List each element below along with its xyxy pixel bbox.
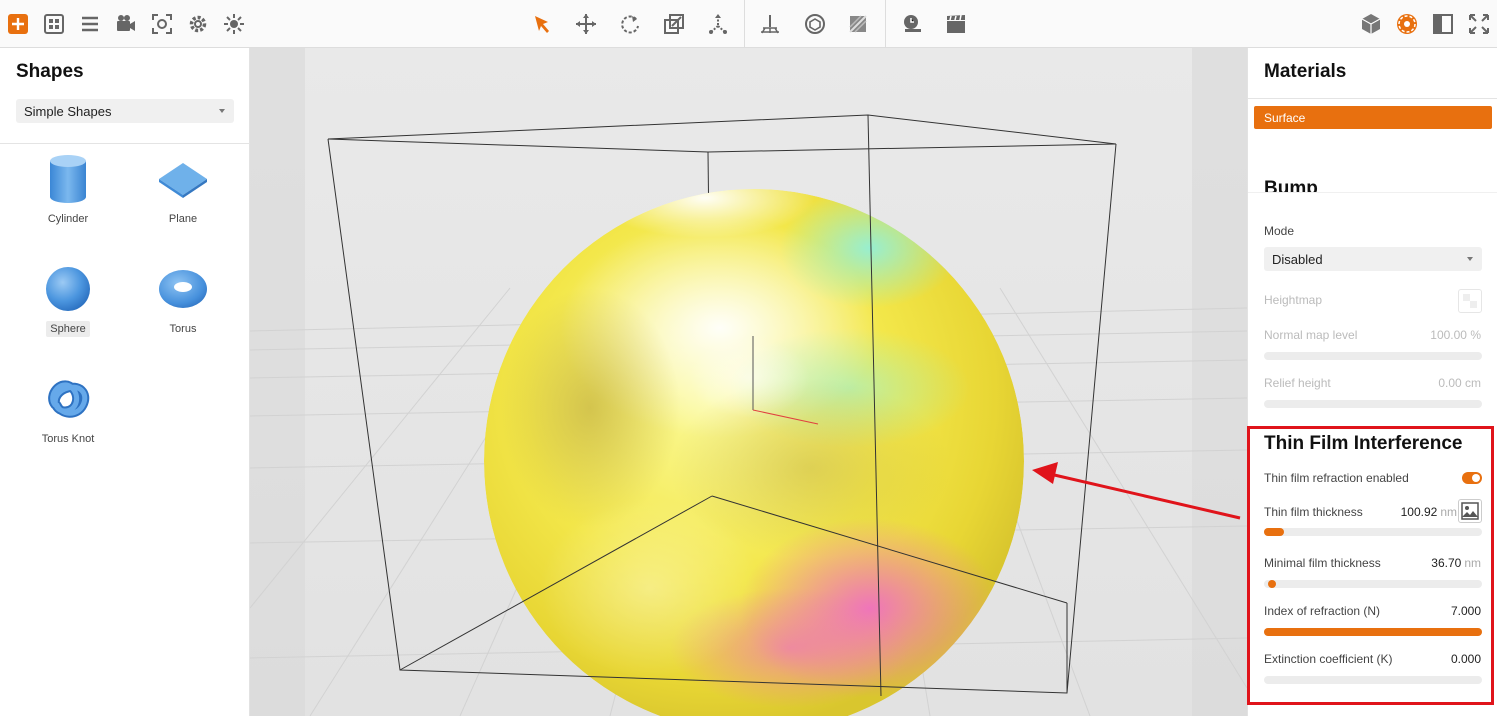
thin-film-heading: Thin Film Interference bbox=[1264, 433, 1463, 454]
scale-icon[interactable] bbox=[662, 12, 686, 36]
settings-icon[interactable] bbox=[186, 12, 210, 36]
ground-icon[interactable] bbox=[758, 12, 782, 36]
top-toolbar bbox=[0, 0, 1497, 48]
window-icon[interactable] bbox=[1431, 12, 1455, 36]
shape-category-value: Simple Shapes bbox=[24, 103, 112, 119]
image-icon[interactable] bbox=[1458, 499, 1482, 523]
ior-label: Index of refraction (N) bbox=[1264, 604, 1381, 618]
extinction-value[interactable]: 0.000 bbox=[1451, 652, 1481, 666]
materials-panel-title: Materials bbox=[1264, 61, 1347, 82]
ior-fill bbox=[1264, 628, 1482, 636]
viewport-3d[interactable] bbox=[250, 48, 1247, 716]
shape-category-select[interactable]: Simple Shapes bbox=[16, 99, 234, 123]
mode-value: Disabled bbox=[1272, 251, 1323, 267]
ior-value[interactable]: 7.000 bbox=[1451, 604, 1481, 618]
light-icon[interactable] bbox=[222, 12, 246, 36]
normal-map-slider[interactable] bbox=[1264, 352, 1482, 360]
add-icon[interactable] bbox=[6, 12, 30, 36]
heightmap-image-icon[interactable] bbox=[1458, 289, 1482, 313]
thickness-number: 100.92 bbox=[1400, 505, 1438, 519]
shape-torus-knot[interactable]: Torus Knot bbox=[18, 371, 118, 447]
cube-icon[interactable] bbox=[1359, 12, 1383, 36]
normal-map-value: 100.00 % bbox=[1430, 328, 1481, 342]
clapperboard-icon[interactable] bbox=[944, 12, 968, 36]
relief-height-slider[interactable] bbox=[1264, 400, 1482, 408]
extinction-label: Extinction coefficient (K) bbox=[1264, 652, 1393, 666]
min-thickness-unit: nm bbox=[1464, 556, 1481, 570]
thickness-fill bbox=[1264, 528, 1284, 536]
rotate-icon[interactable] bbox=[618, 12, 642, 36]
ior-slider[interactable] bbox=[1264, 628, 1482, 636]
chevron-down-icon bbox=[219, 109, 225, 113]
torus-icon bbox=[133, 261, 233, 317]
thickness-unit: nm bbox=[1440, 505, 1457, 519]
cylinder-icon bbox=[18, 151, 118, 207]
shape-label: Torus bbox=[169, 323, 197, 335]
plane-icon bbox=[133, 151, 233, 207]
scroll-clip: Bump bbox=[1248, 144, 1497, 192]
heightmap-label: Heightmap bbox=[1264, 293, 1323, 307]
relief-height-value: 0.00 cm bbox=[1438, 376, 1481, 390]
chevron-down-icon bbox=[1467, 257, 1473, 261]
mode-select[interactable]: Disabled bbox=[1264, 247, 1482, 271]
select-cursor-icon[interactable] bbox=[530, 12, 554, 36]
min-film-thickness-value[interactable]: 36.70 nm bbox=[1431, 556, 1481, 570]
materials-icon[interactable] bbox=[1395, 12, 1419, 36]
extinction-slider[interactable] bbox=[1264, 676, 1482, 684]
shape-plane[interactable]: Plane bbox=[133, 151, 233, 227]
texture-icon[interactable] bbox=[846, 12, 870, 36]
torus-knot-icon bbox=[18, 371, 118, 427]
shape-sphere[interactable]: Sphere bbox=[18, 261, 118, 337]
expand-icon[interactable] bbox=[1467, 12, 1491, 36]
shape-label: Torus Knot bbox=[41, 433, 95, 445]
normal-map-label: Normal map level bbox=[1264, 328, 1358, 342]
min-thickness-number: 36.70 bbox=[1431, 556, 1462, 570]
move-icon[interactable] bbox=[574, 12, 598, 36]
shape-label: Cylinder bbox=[47, 213, 89, 225]
thin-film-thickness-value[interactable]: 100.92 nm bbox=[1401, 505, 1457, 519]
thin-film-enabled-toggle[interactable] bbox=[1462, 472, 1482, 484]
shape-label: Sphere bbox=[46, 321, 90, 337]
shapes-panel-title: Shapes bbox=[16, 61, 84, 82]
thin-film-thickness-label: Thin film thickness bbox=[1264, 505, 1363, 519]
materials-panel: Materials Surface Bump Mode Disabled Hei… bbox=[1247, 48, 1497, 716]
bump-heading: Bump bbox=[1264, 178, 1318, 192]
render-preview-icon[interactable] bbox=[803, 12, 827, 36]
shape-torus[interactable]: Torus bbox=[133, 261, 233, 337]
sphere-icon bbox=[18, 261, 118, 317]
thin-film-thickness-slider[interactable] bbox=[1264, 528, 1482, 536]
camera-icon[interactable] bbox=[114, 12, 138, 36]
min-thickness-knob[interactable] bbox=[1268, 580, 1277, 588]
thin-film-enabled-label: Thin film refraction enabled bbox=[1264, 471, 1409, 485]
shape-label: Plane bbox=[168, 213, 198, 225]
shapes-panel: Shapes Simple Shapes Cylinder Plane Sphe… bbox=[0, 48, 250, 716]
mode-label: Mode bbox=[1264, 224, 1295, 238]
transform-icon[interactable] bbox=[706, 12, 730, 36]
shape-cylinder[interactable]: Cylinder bbox=[18, 151, 118, 227]
focus-icon[interactable] bbox=[150, 12, 174, 36]
tab-surface[interactable]: Surface bbox=[1254, 106, 1492, 129]
timer-icon[interactable] bbox=[900, 12, 924, 36]
relief-height-label: Relief height bbox=[1264, 376, 1331, 390]
min-film-thickness-label: Minimal film thickness bbox=[1264, 556, 1381, 570]
grid-icon[interactable] bbox=[42, 12, 66, 36]
scene-render[interactable] bbox=[250, 48, 1247, 716]
list-icon[interactable] bbox=[78, 12, 102, 36]
min-film-thickness-slider[interactable] bbox=[1264, 580, 1482, 588]
